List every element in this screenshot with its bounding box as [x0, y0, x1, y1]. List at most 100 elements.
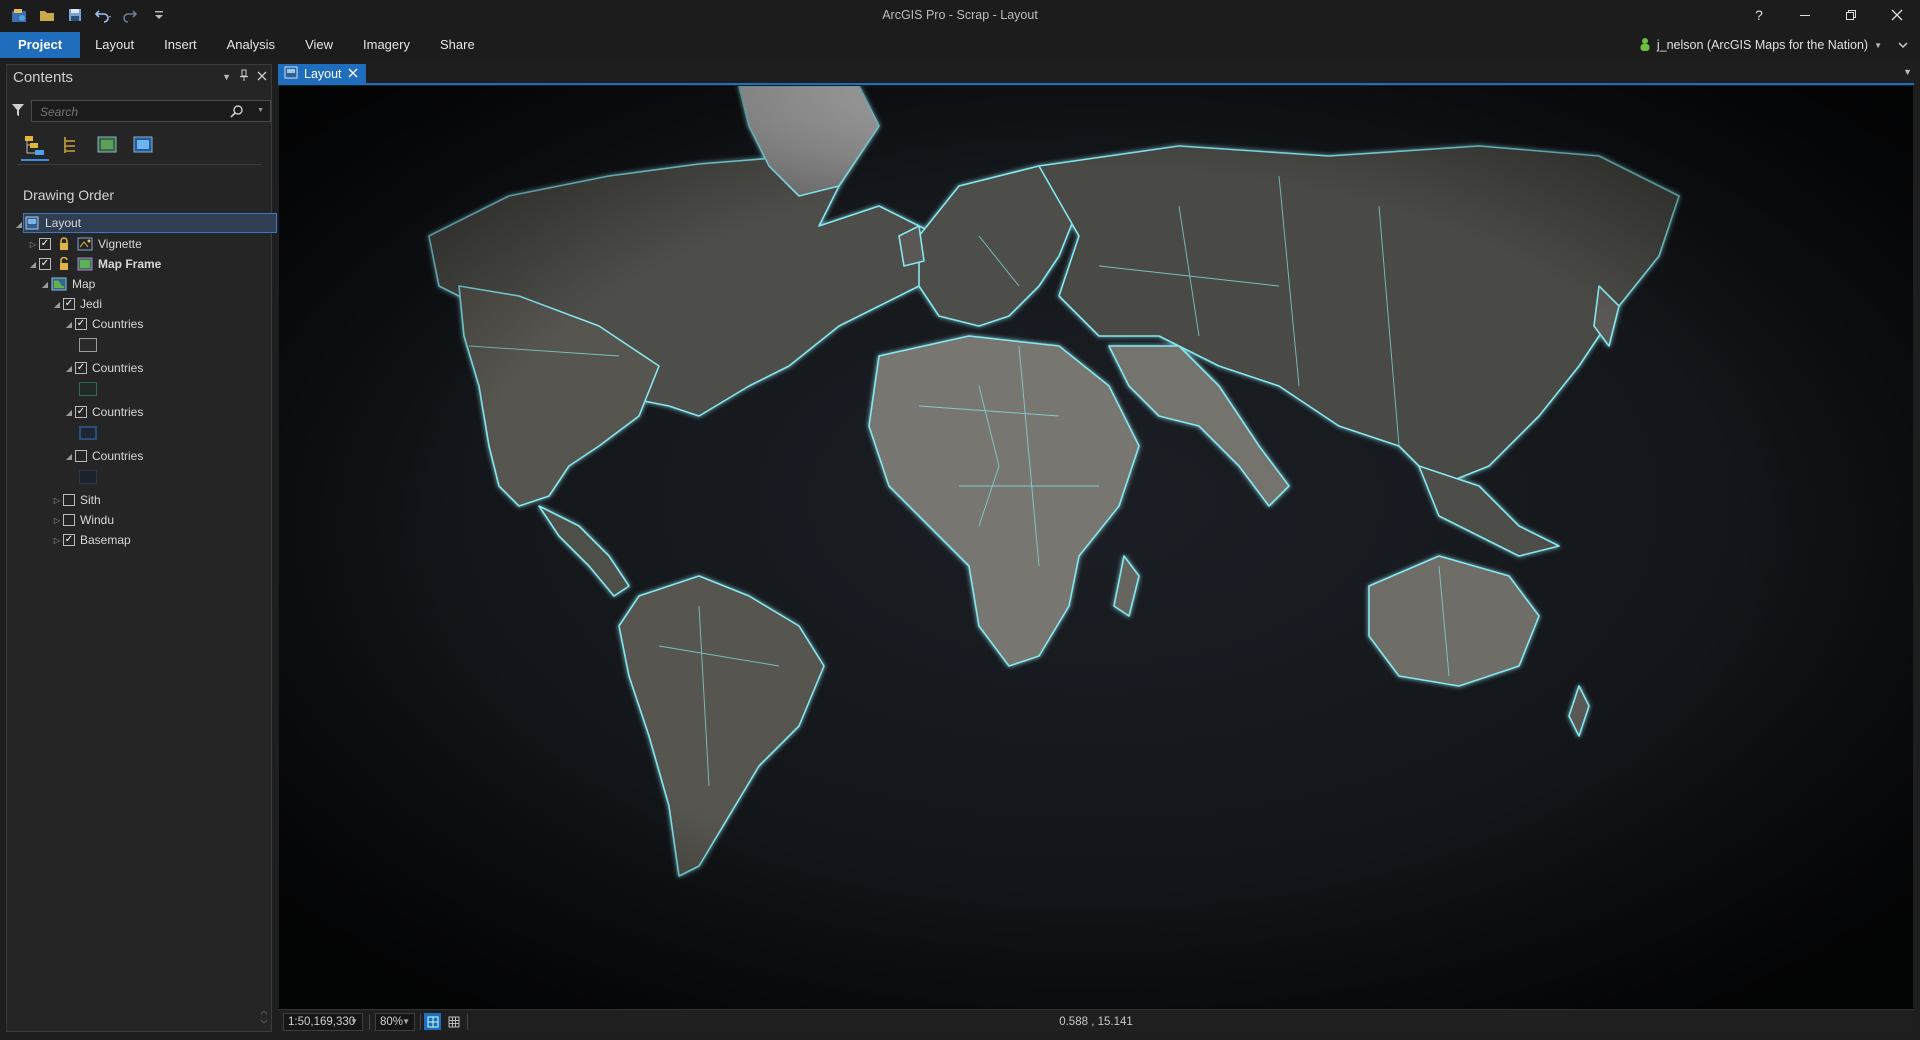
pane-title: Contents	[13, 69, 74, 86]
tab-imagery[interactable]: Imagery	[348, 32, 425, 58]
chevron-down-icon: ▼	[350, 1017, 358, 1026]
tree-item-countries-1[interactable]: ◢ ✓ Countries	[63, 314, 143, 334]
expand-icon[interactable]: ▷	[51, 516, 63, 525]
drawing-order-icon[interactable]	[21, 131, 49, 161]
ribbon-tabs: Project Layout Insert Analysis View Imag…	[0, 32, 490, 58]
document-tabs-menu-icon[interactable]: ▼	[1903, 67, 1912, 77]
document-tab-bar	[278, 64, 1914, 85]
user-name: j_nelson (ArcGIS Maps for the Nation)	[1656, 38, 1869, 52]
user-account[interactable]: j_nelson (ArcGIS Maps for the Nation) ▼	[1639, 32, 1908, 58]
visibility-checkbox[interactable]: ✓	[75, 362, 87, 374]
visibility-checkbox[interactable]	[63, 494, 75, 506]
tree-item-sith[interactable]: ▷ Sith	[51, 490, 101, 510]
visibility-checkbox[interactable]: ✓	[63, 298, 75, 310]
unlock-icon[interactable]	[56, 256, 72, 272]
collapse-icon[interactable]: ◢	[63, 408, 75, 417]
tree-item-label: Layout	[45, 216, 82, 230]
tree-item-label: Countries	[92, 317, 144, 331]
tree-item-label: Vignette	[98, 237, 142, 251]
close-pane-icon[interactable]	[257, 69, 267, 84]
world-map[interactable]	[279, 86, 1913, 1009]
layout-icon	[284, 66, 298, 82]
help-button[interactable]: ?	[1736, 0, 1782, 30]
tree-item-map-frame[interactable]: ◢ ✓ Map Frame	[27, 254, 161, 274]
filter-icon[interactable]	[11, 103, 25, 120]
snapping-toggle-icon[interactable]	[424, 1013, 441, 1030]
tab-layout[interactable]: Layout	[80, 32, 149, 58]
collapse-icon[interactable]: ◢	[63, 320, 75, 329]
user-dropdown-icon: ▼	[1874, 40, 1882, 50]
customize-icon[interactable]	[148, 4, 170, 26]
project-icon[interactable]	[8, 4, 30, 26]
zoom-combo[interactable]: 80% ▼	[375, 1013, 415, 1031]
divider	[17, 164, 261, 165]
tree-item-countries-4[interactable]: ◢ Countries	[63, 446, 143, 466]
close-icon[interactable]	[1874, 0, 1920, 30]
collapse-icon[interactable]: ◢	[39, 280, 51, 289]
scale-combo[interactable]: 1:50,169,330 ▼	[283, 1013, 363, 1031]
pane-options-icon[interactable]: ▼	[222, 72, 231, 82]
save-icon[interactable]	[64, 4, 86, 26]
tree-item-label: Jedi	[80, 297, 103, 311]
expand-icon[interactable]: ▷	[51, 496, 63, 505]
undo-icon[interactable]	[92, 4, 114, 26]
contents-view-tools	[21, 131, 157, 161]
collapse-icon[interactable]: ◢	[51, 300, 63, 309]
tree-item-label: Countries	[92, 361, 144, 375]
symbol-swatch[interactable]	[79, 382, 97, 396]
tree-item-map[interactable]: ◢ Map	[39, 274, 95, 294]
grid-toggle-icon[interactable]	[445, 1013, 462, 1030]
search-input[interactable]	[38, 103, 232, 121]
tree-item-vignette[interactable]: ▷ ✓ Vignette	[27, 234, 142, 254]
tree-item-jedi[interactable]: ◢ ✓ Jedi	[51, 294, 102, 314]
collapse-icon[interactable]: ◢	[63, 364, 75, 373]
visibility-checkbox[interactable]: ✓	[63, 534, 75, 546]
visibility-checkbox[interactable]	[63, 514, 75, 526]
tab-project[interactable]: Project	[0, 32, 81, 58]
expand-icon[interactable]: ▷	[27, 240, 39, 249]
collapse-icon[interactable]: ◢	[27, 260, 39, 269]
restore-icon[interactable]	[1828, 0, 1874, 30]
tab-analysis[interactable]: Analysis	[212, 32, 290, 58]
contents-header: Contents ▼	[7, 65, 271, 91]
tree-item-label: Map Frame	[98, 257, 162, 271]
symbol-swatch[interactable]	[79, 338, 97, 352]
visibility-checkbox[interactable]: ✓	[39, 238, 51, 250]
section-heading: Drawing Order	[23, 187, 115, 203]
redo-icon[interactable]	[120, 4, 142, 26]
lock-icon[interactable]	[56, 236, 72, 252]
pin-icon[interactable]	[239, 69, 249, 84]
collapse-icon[interactable]: ◢	[63, 452, 75, 461]
tree-item-basemap[interactable]: ▷ ✓ Basemap	[51, 530, 131, 550]
visibility-checkbox[interactable]: ✓	[39, 258, 51, 270]
search-icon[interactable]	[230, 104, 244, 121]
divider	[369, 1014, 370, 1030]
tab-layout-document[interactable]: Layout	[278, 64, 366, 84]
search-options-icon[interactable]: ▼	[257, 107, 264, 114]
visibility-checkbox[interactable]: ✓	[75, 318, 87, 330]
data-source-icon[interactable]	[93, 131, 121, 159]
tree-item-countries-3[interactable]: ◢ ✓ Countries	[63, 402, 143, 422]
selection-list-icon[interactable]	[57, 131, 85, 159]
ribbon-collapse-icon[interactable]	[1898, 38, 1908, 52]
tab-view[interactable]: View	[290, 32, 348, 58]
visibility-checkbox[interactable]: ✓	[75, 406, 87, 418]
symbol-swatch[interactable]	[79, 470, 97, 484]
tree-item-countries-2[interactable]: ◢ ✓ Countries	[63, 358, 143, 378]
tree-item-layout[interactable]: Layout	[23, 213, 277, 233]
minimize-icon[interactable]	[1782, 0, 1828, 30]
window-controls: ?	[1736, 0, 1920, 30]
symbol-swatch[interactable]	[79, 426, 97, 440]
expand-icon[interactable]: ▷	[51, 536, 63, 545]
visibility-checkbox[interactable]	[75, 450, 87, 462]
map-view[interactable]	[279, 86, 1913, 1009]
search-field[interactable]: ▼	[31, 100, 271, 122]
tab-share[interactable]: Share	[425, 32, 490, 58]
tree-item-windu[interactable]: ▷ Windu	[51, 510, 114, 530]
open-icon[interactable]	[36, 4, 58, 26]
close-tab-icon[interactable]	[348, 67, 358, 81]
tree-item-label: Countries	[92, 449, 144, 463]
resize-grip-icon[interactable]	[260, 1010, 268, 1027]
tab-insert[interactable]: Insert	[149, 32, 212, 58]
snapping-icon[interactable]	[129, 131, 157, 159]
